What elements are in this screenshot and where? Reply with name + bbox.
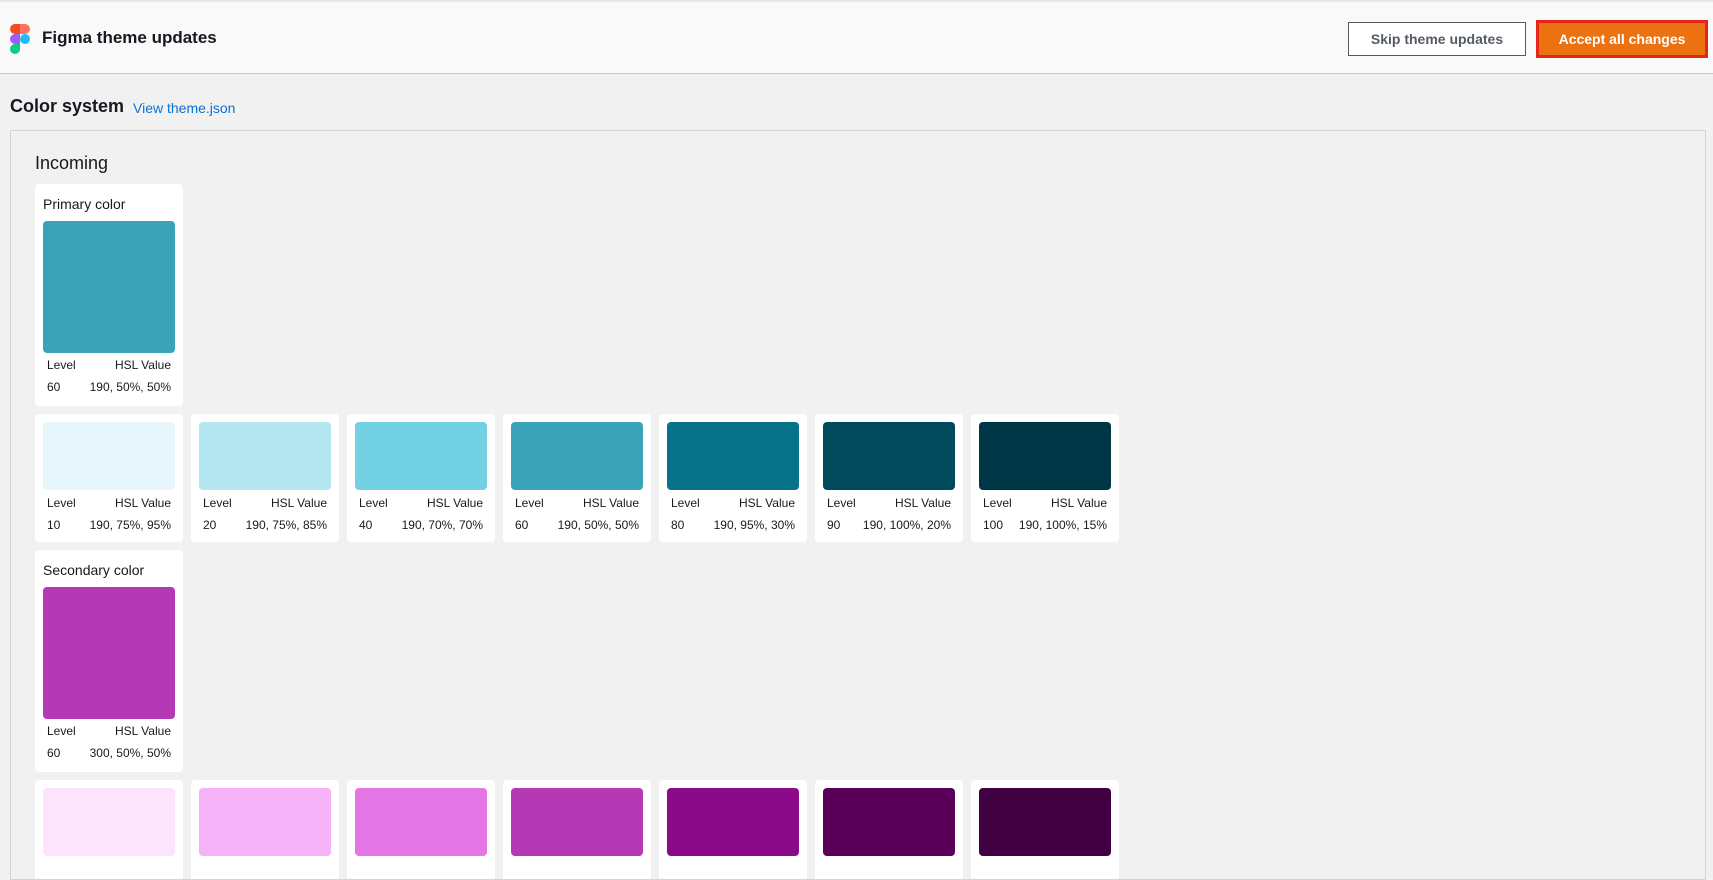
primary-scale-card: Level HSL Value 90 190, 100%, 20%	[815, 414, 963, 542]
level-label: Level	[47, 496, 76, 510]
color-swatch	[667, 422, 799, 490]
primary-scale-card: Level HSL Value 100 190, 100%, 15%	[971, 414, 1119, 542]
hsl-label: HSL Value	[738, 496, 795, 510]
secondary-scale-card	[659, 780, 807, 879]
primary-color-label: Primary color	[43, 196, 126, 212]
hsl-label: HSL Value	[114, 496, 171, 510]
view-theme-json-link[interactable]: View theme.json	[133, 100, 235, 116]
secondary-scale-card	[35, 780, 183, 879]
secondary-scale-card	[503, 780, 651, 879]
hsl-label: HSL Value	[114, 724, 171, 738]
level-value: 80	[671, 518, 685, 532]
level-label: Level	[827, 496, 856, 510]
figma-logo-icon	[10, 24, 30, 54]
level-value: 20	[203, 518, 217, 532]
hsl-value: 190, 50%, 50%	[89, 380, 171, 394]
secondary-scale-card	[347, 780, 495, 879]
level-value: 100	[983, 518, 1004, 532]
primary-scale-card: Level HSL Value 20 190, 75%, 85%	[191, 414, 339, 542]
color-swatch	[511, 422, 643, 490]
hsl-label: HSL Value	[426, 496, 483, 510]
color-swatch	[511, 788, 643, 856]
hsl-value: 300, 50%, 50%	[89, 746, 171, 760]
skip-theme-updates-button[interactable]: Skip theme updates	[1348, 22, 1526, 56]
accept-all-changes-button[interactable]: Accept all changes	[1536, 20, 1708, 58]
secondary-scale-card	[815, 780, 963, 879]
primary-scale-card: Level HSL Value 40 190, 70%, 70%	[347, 414, 495, 542]
section-title: Color system	[10, 96, 125, 116]
incoming-title: Incoming	[35, 153, 109, 173]
hsl-value: 190, 100%, 15%	[1018, 518, 1107, 532]
level-label: Level	[515, 496, 544, 510]
level-value: 90	[827, 518, 841, 532]
app-header: Figma theme updates Skip theme updates A…	[0, 2, 1713, 74]
color-swatch	[199, 422, 331, 490]
color-swatch	[43, 587, 175, 719]
color-swatch	[823, 422, 955, 490]
color-swatch	[355, 422, 487, 490]
level-value: 60	[47, 380, 61, 394]
hsl-value: 190, 75%, 85%	[245, 518, 327, 532]
color-swatch	[979, 788, 1111, 856]
color-swatch	[355, 788, 487, 856]
primary-color-card: Primary color Level HSL Value 60 190, 50…	[35, 184, 183, 406]
secondary-scale-card	[971, 780, 1119, 879]
hsl-label: HSL Value	[894, 496, 951, 510]
level-value: 60	[515, 518, 529, 532]
color-swatch	[979, 422, 1111, 490]
color-swatch	[43, 221, 175, 353]
level-label: Level	[203, 496, 232, 510]
secondary-color-card: Secondary color Level HSL Value 60 300, …	[35, 550, 183, 772]
color-system-panel: Incoming Primary color Level HSL Value 6…	[10, 130, 1706, 880]
app-title: Figma theme updates	[42, 28, 217, 47]
secondary-scale-card	[191, 780, 339, 879]
level-label: Level	[47, 724, 76, 738]
hsl-label: HSL Value	[114, 358, 171, 372]
hsl-label: HSL Value	[1050, 496, 1107, 510]
hsl-value: 190, 50%, 50%	[557, 518, 639, 532]
primary-scale-card: Level HSL Value 10 190, 75%, 95%	[35, 414, 183, 542]
hsl-value: 190, 100%, 20%	[862, 518, 951, 532]
level-label: Level	[47, 358, 76, 372]
level-value: 60	[47, 746, 61, 760]
primary-scale-card: Level HSL Value 80 190, 95%, 30%	[659, 414, 807, 542]
level-value: 40	[359, 518, 373, 532]
secondary-color-label: Secondary color	[43, 562, 145, 578]
level-label: Level	[983, 496, 1012, 510]
level-value: 10	[47, 518, 61, 532]
color-swatch	[199, 788, 331, 856]
hsl-label: HSL Value	[270, 496, 327, 510]
color-swatch	[43, 788, 175, 856]
level-label: Level	[359, 496, 388, 510]
hsl-value: 190, 70%, 70%	[401, 518, 483, 532]
level-label: Level	[671, 496, 700, 510]
primary-scale-card: Level HSL Value 60 190, 50%, 50%	[503, 414, 651, 542]
hsl-value: 190, 95%, 30%	[713, 518, 795, 532]
color-swatch	[43, 422, 175, 490]
hsl-label: HSL Value	[582, 496, 639, 510]
color-swatch	[667, 788, 799, 856]
hsl-value: 190, 75%, 95%	[89, 518, 171, 532]
color-swatch	[823, 788, 955, 856]
